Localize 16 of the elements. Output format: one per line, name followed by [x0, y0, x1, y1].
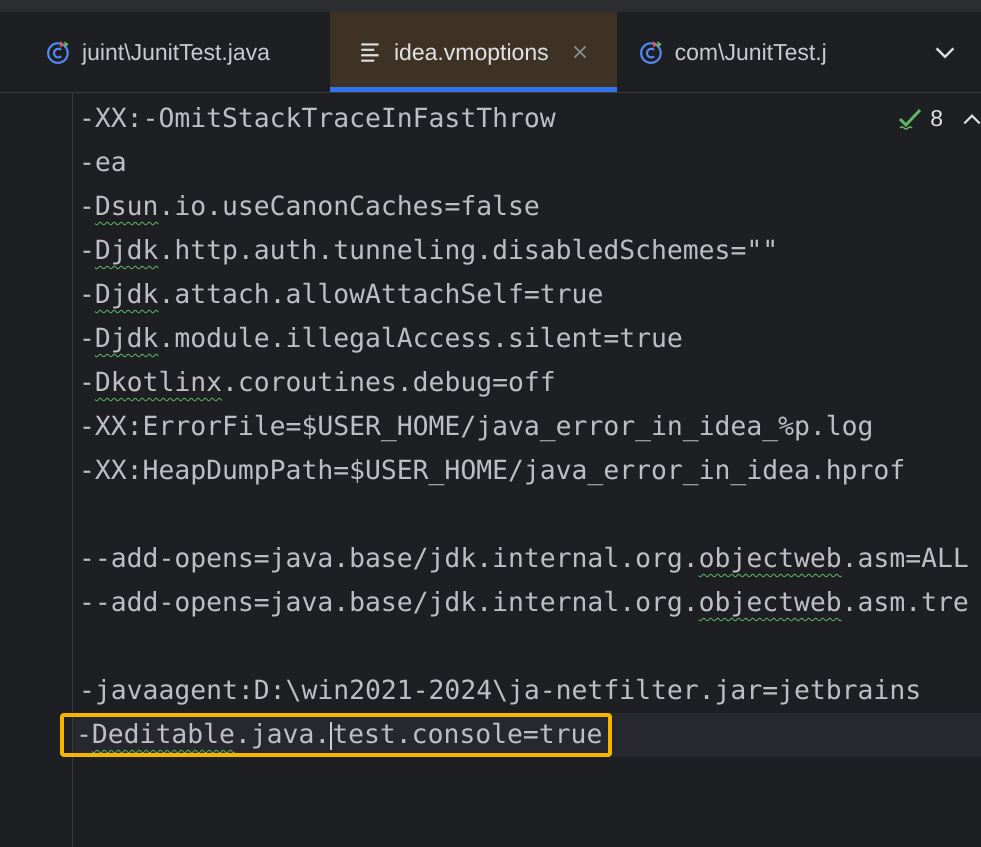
code-line: -Djdk.http.auth.tunneling.disabledSchemes="" — [78, 234, 780, 268]
code-line: -Dsun.io.useCanonCaches=false — [78, 190, 541, 224]
code-line: -javaagent:D:\win2021-2024\ja-netfilter.jar=jetbrains — [78, 674, 922, 708]
editor-tab[interactable]: com\JunitTest.j — [616, 12, 849, 92]
check-icon — [898, 106, 922, 130]
code-line: -ea — [78, 146, 128, 180]
code-line: -Djdk.module.illegalAccess.silent=true — [78, 322, 684, 356]
code-line: --add-opens=java.base/jdk.internal.org.objectweb.asm.tre — [78, 586, 970, 620]
code-line: -XX:HeapDumpPath=$USER_HOME/java_error_in_idea.hprof — [78, 454, 906, 488]
code-line: -XX:-OmitStackTraceInFastThrow — [78, 102, 557, 136]
code-line: -Djdk.attach.allowAttachSelf=true — [78, 278, 604, 312]
editor-tab[interactable]: idea.vmoptions — [330, 12, 617, 92]
editor-tab[interactable]: juint\JunitTest.java — [0, 12, 330, 92]
code-line: -XX:ErrorFile=$USER_HOME/java_error_in_idea_%p.log — [78, 410, 874, 444]
code-line: -Dkotlinx.coroutines.debug=off — [78, 366, 557, 400]
code-line: --add-opens=java.base/jdk.internal.org.objectweb.asm=ALL — [78, 542, 970, 576]
